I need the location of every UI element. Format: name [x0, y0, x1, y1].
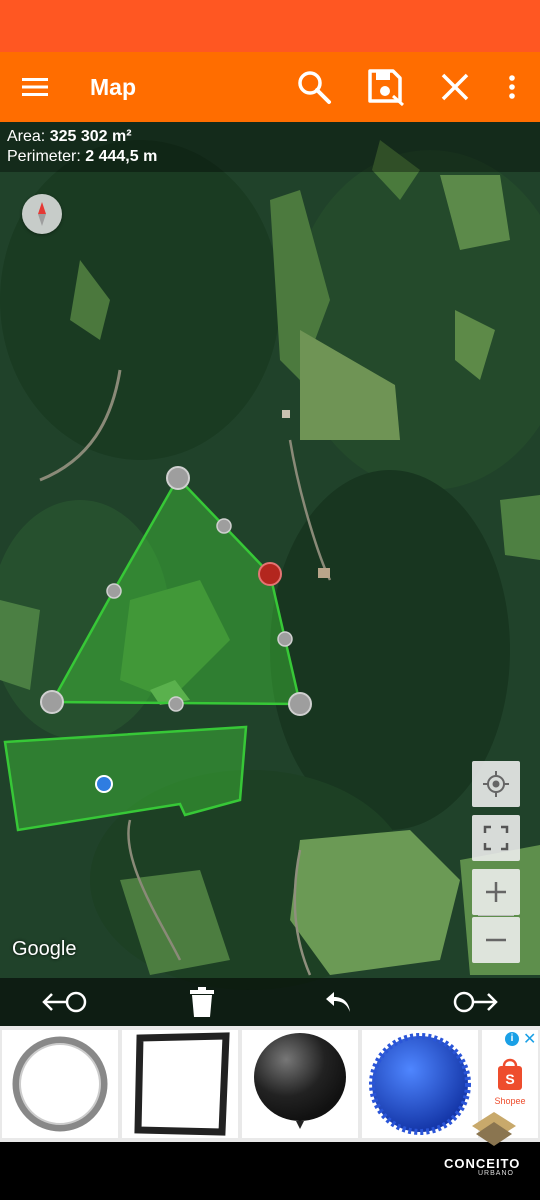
search-icon[interactable] [292, 65, 336, 109]
midpoint-handle[interactable] [106, 583, 122, 599]
my-location-icon[interactable] [472, 761, 520, 807]
previous-vertex-icon[interactable] [38, 980, 90, 1024]
measurement-info: Area: 325 302 m² Perimeter: 2 444,5 m [0, 122, 540, 172]
midpoint-handle[interactable] [216, 518, 232, 534]
ad-brand-label: Shopee [494, 1096, 526, 1106]
perimeter-value: 2 444,5 m [85, 148, 158, 165]
area-value: 325 302 m² [49, 128, 132, 145]
ad-info-icon[interactable]: i [505, 1032, 519, 1046]
vertex-handle-selected[interactable] [258, 562, 282, 586]
page-title: Map [90, 74, 136, 100]
zoom-out-icon[interactable] [472, 917, 520, 963]
watermark-logo: CONCEITO URBANO [438, 1108, 538, 1178]
zoom-divider [478, 915, 514, 916]
measure-overlay [3, 466, 312, 832]
midpoint-handle[interactable] [168, 696, 184, 712]
saved-polygon[interactable] [3, 725, 248, 832]
ring-product[interactable] [2, 1030, 118, 1138]
google-attribution: Google [12, 938, 77, 960]
perimeter-label: Perimeter: [7, 148, 81, 165]
satellite-map[interactable] [0, 122, 540, 1026]
menu-icon[interactable] [14, 66, 56, 108]
app-bar: Map [0, 52, 540, 122]
zoom-in-icon[interactable] [472, 869, 520, 915]
midpoint-handle[interactable] [277, 631, 293, 647]
compass-icon[interactable] [22, 194, 62, 234]
status-bar [0, 0, 540, 52]
my-location-dot [95, 775, 113, 793]
svg-text:S: S [505, 1071, 514, 1087]
more-vert-icon[interactable] [490, 65, 534, 109]
vertex-handle[interactable] [40, 690, 64, 714]
perimeter-row: Perimeter: 2 444,5 m [7, 147, 533, 167]
watermark-name: CONCEITO [444, 1156, 521, 1171]
area-row: Area: 325 302 m² [7, 127, 533, 147]
delete-icon[interactable] [186, 980, 218, 1024]
watermark-subtitle: URBANO [478, 1170, 514, 1177]
area-label: Area: [7, 128, 46, 145]
ad-close-icon[interactable]: ✕ [523, 1029, 536, 1049]
bottom-toolbar [0, 978, 540, 1026]
vertex-handle[interactable] [166, 466, 190, 490]
save-icon[interactable] [364, 65, 408, 109]
balloon-product[interactable] [242, 1030, 358, 1138]
close-icon[interactable] [433, 65, 477, 109]
vertex-handle[interactable] [288, 692, 312, 716]
fullscreen-icon[interactable] [472, 815, 520, 861]
next-vertex-icon[interactable] [450, 980, 502, 1024]
undo-icon[interactable] [320, 980, 356, 1024]
frame-product[interactable] [122, 1030, 238, 1138]
measured-polygon[interactable] [49, 475, 302, 706]
